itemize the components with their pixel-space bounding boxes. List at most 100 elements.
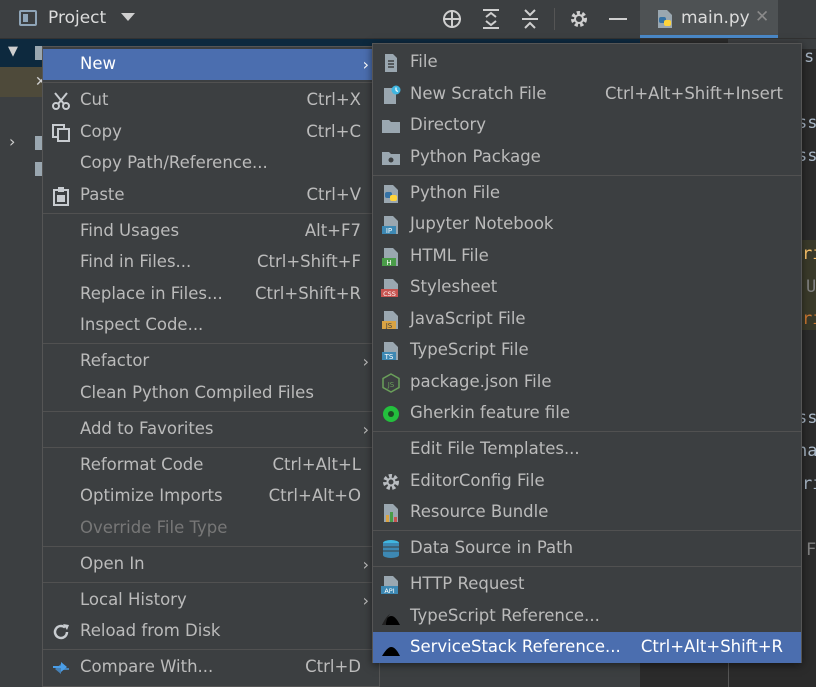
menu-divider: [373, 175, 801, 176]
menu-item-copy-path[interactable]: Copy Path/Reference...: [43, 148, 379, 179]
menu-item-typescript-reference[interactable]: TypeScript Reference...: [373, 601, 801, 632]
chevron-down-icon[interactable]: ▼: [8, 44, 18, 59]
chevron-down-icon[interactable]: [121, 13, 135, 21]
clipboard-icon: [53, 187, 69, 206]
menu-item-new-scratch-file[interactable]: New Scratch File Ctrl+Alt+Shift+Insert: [373, 79, 801, 110]
menu-item-new[interactable]: New ›: [43, 49, 379, 80]
editor-text: ri: [802, 474, 816, 494]
menu-item-label: Optimize Imports: [80, 486, 223, 505]
menu-item-label: Replace in Files...: [80, 284, 223, 303]
menu-divider: [43, 447, 379, 448]
menu-item-shortcut: Ctrl+V: [306, 185, 361, 204]
tab-title[interactable]: main.py: [681, 8, 750, 28]
menu-item-label: Python Package: [410, 147, 541, 166]
menu-item-paste[interactable]: Paste Ctrl+V: [43, 180, 379, 211]
menu-item-servicestack-reference[interactable]: ServiceStack Reference... Ctrl+Alt+Shift…: [373, 632, 801, 663]
menu-divider: [43, 343, 379, 344]
library-icon: [35, 136, 42, 150]
badge-label: JS: [385, 322, 393, 330]
editor-text: U: [806, 277, 816, 297]
menu-item-label: Cut: [80, 90, 109, 109]
chevron-right-icon: ›: [362, 555, 369, 574]
html-file-icon: H: [382, 248, 398, 267]
project-title[interactable]: Project: [48, 8, 106, 28]
menu-item-inspect-code[interactable]: Inspect Code...: [43, 310, 379, 341]
menu-item-label: Local History: [80, 590, 187, 609]
context-menu: New › Cut Ctrl+X Copy Ctrl+C Copy Path/R…: [42, 46, 380, 687]
menu-item-typescript-file[interactable]: TS TypeScript File: [373, 335, 801, 366]
menu-item-resource-bundle[interactable]: Resource Bundle: [373, 497, 801, 528]
menu-item-python-file[interactable]: Python File: [373, 178, 801, 209]
folder-icon: [35, 46, 42, 60]
menu-item-html-file[interactable]: H HTML File: [373, 241, 801, 272]
menu-item-find-in-files[interactable]: Find in Files... Ctrl+Shift+F: [43, 247, 379, 278]
menu-item-add-to-favorites[interactable]: Add to Favorites ›: [43, 414, 379, 445]
menu-item-label: Clean Python Compiled Files: [80, 383, 314, 402]
menu-item-local-history[interactable]: Local History ›: [43, 585, 379, 616]
menu-item-label: Find in Files...: [80, 252, 192, 271]
expand-all-icon[interactable]: [480, 8, 502, 30]
new-submenu: File New Scratch File Ctrl+Alt+Shift+Ins…: [372, 43, 802, 663]
menu-item-gherkin[interactable]: Gherkin feature file: [373, 398, 801, 429]
menu-item-clean-python[interactable]: Clean Python Compiled Files: [43, 378, 379, 409]
menu-item-package-json[interactable]: JS package.json File: [373, 367, 801, 398]
menu-item-shortcut: Ctrl+Alt+Shift+R: [640, 637, 783, 656]
menu-item-find-usages[interactable]: Find Usages Alt+F7: [43, 216, 379, 247]
menu-item-python-package[interactable]: Python Package: [373, 142, 801, 173]
menu-item-http-request[interactable]: API HTTP Request: [373, 569, 801, 600]
menu-item-copy[interactable]: Copy Ctrl+C: [43, 117, 379, 148]
menu-item-reformat-code[interactable]: Reformat Code Ctrl+Alt+L: [43, 450, 379, 481]
chevron-right-icon[interactable]: ›: [9, 132, 15, 151]
scissors-icon: [52, 92, 70, 110]
menu-divider: [373, 530, 801, 531]
menu-item-editorconfig[interactable]: EditorConfig File: [373, 466, 801, 497]
menu-item-label: Refactor: [80, 351, 150, 370]
menu-item-open-in[interactable]: Open In ›: [43, 549, 379, 580]
menu-item-stylesheet[interactable]: CSS Stylesheet: [373, 272, 801, 303]
menu-item-optimize-imports[interactable]: Optimize Imports Ctrl+Alt+O: [43, 481, 379, 512]
menu-item-label: Open In: [80, 554, 145, 573]
menu-item-jupyter-notebook[interactable]: IP Jupyter Notebook: [373, 209, 801, 240]
menu-item-compare-with[interactable]: Compare With... Ctrl+D: [43, 652, 379, 683]
menu-item-label: TypeScript Reference...: [410, 606, 600, 625]
minimize-icon[interactable]: [609, 18, 627, 20]
menu-item-label: Jupyter Notebook: [410, 214, 554, 233]
menu-item-label: HTTP Request: [410, 574, 525, 593]
scratches-icon: [35, 162, 42, 176]
resource-bundle-icon: [384, 504, 398, 522]
gear-icon[interactable]: [568, 8, 590, 30]
project-view-icon: [19, 10, 37, 26]
menu-item-label: Reformat Code: [80, 455, 204, 474]
chevron-right-icon: ›: [362, 591, 369, 610]
package-icon: [382, 152, 400, 165]
editor-text: ri: [802, 309, 816, 329]
menu-item-refactor[interactable]: Refactor ›: [43, 346, 379, 377]
menu-item-label: EditorConfig File: [410, 471, 545, 490]
collapse-all-icon[interactable]: [519, 8, 541, 30]
menu-item-cut[interactable]: Cut Ctrl+X: [43, 85, 379, 116]
menu-item-replace-in-files[interactable]: Replace in Files... Ctrl+Shift+R: [43, 279, 379, 310]
copy-icon: [52, 124, 70, 142]
jupyter-icon: IP: [382, 216, 398, 235]
menu-item-edit-file-templates[interactable]: Edit File Templates...: [373, 434, 801, 465]
menu-item-label: TypeScript File: [410, 340, 529, 359]
menu-divider: [43, 82, 379, 83]
menu-divider: [373, 431, 801, 432]
menu-item-shortcut: Ctrl+Alt+O: [268, 486, 361, 505]
menu-item-shortcut: Alt+F7: [304, 221, 361, 240]
menu-item-javascript-file[interactable]: JS JavaScript File: [373, 304, 801, 335]
locate-icon[interactable]: [441, 8, 463, 30]
menu-divider: [43, 649, 379, 650]
menu-item-data-source[interactable]: Data Source in Path: [373, 533, 801, 564]
menu-item-directory[interactable]: Directory: [373, 110, 801, 141]
menu-item-label: Paste: [80, 185, 125, 204]
python-file-icon: [384, 185, 398, 203]
gherkin-icon: [383, 406, 399, 422]
menu-item-reload-from-disk[interactable]: Reload from Disk: [43, 616, 379, 647]
editor-text: ri: [802, 244, 816, 264]
nodejs-icon: JS: [382, 373, 400, 393]
menu-item-shortcut: Ctrl+Shift+R: [255, 284, 361, 303]
close-icon[interactable]: ✕: [755, 7, 769, 27]
menu-item-file[interactable]: File: [373, 47, 801, 78]
menu-item-label: Gherkin feature file: [410, 403, 570, 422]
